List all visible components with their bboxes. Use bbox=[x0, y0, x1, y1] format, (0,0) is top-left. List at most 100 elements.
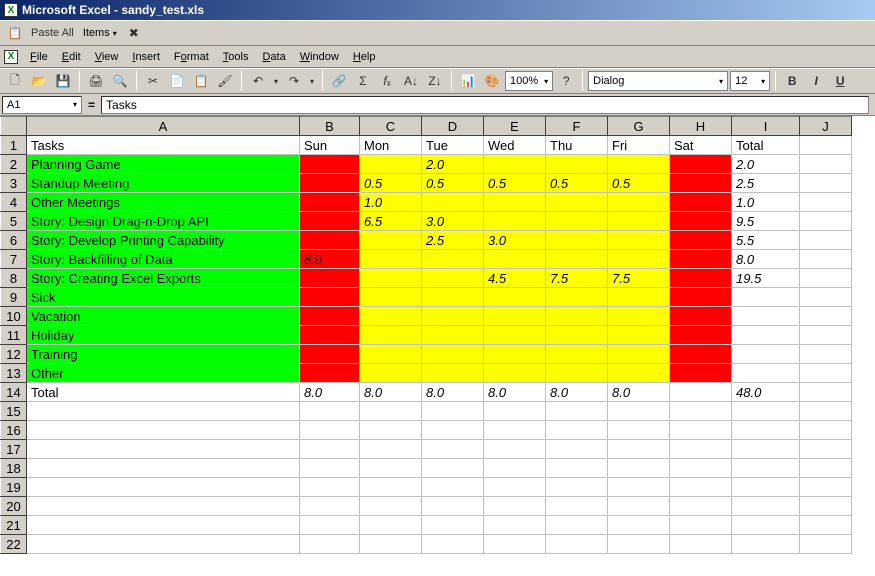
cell[interactable] bbox=[422, 535, 484, 554]
cell[interactable] bbox=[546, 288, 608, 307]
cell[interactable] bbox=[300, 269, 360, 288]
cell[interactable] bbox=[800, 288, 852, 307]
cell[interactable] bbox=[608, 364, 670, 383]
cell[interactable] bbox=[300, 345, 360, 364]
cell[interactable]: Thu bbox=[546, 136, 608, 155]
cell[interactable]: 0.5 bbox=[546, 174, 608, 193]
row-header[interactable]: 6 bbox=[1, 231, 27, 250]
cell[interactable] bbox=[422, 459, 484, 478]
drawing-icon[interactable]: 🎨 bbox=[481, 70, 503, 92]
cell[interactable] bbox=[670, 402, 732, 421]
cell[interactable] bbox=[27, 478, 300, 497]
cell[interactable] bbox=[546, 231, 608, 250]
cell[interactable] bbox=[422, 516, 484, 535]
cell[interactable] bbox=[800, 345, 852, 364]
cell[interactable] bbox=[360, 459, 422, 478]
cell[interactable]: Fri bbox=[608, 136, 670, 155]
cell[interactable] bbox=[300, 478, 360, 497]
col-header-C[interactable]: C bbox=[360, 117, 422, 136]
sort-asc-icon[interactable]: A↓ bbox=[400, 70, 422, 92]
cell[interactable] bbox=[608, 440, 670, 459]
cell[interactable] bbox=[732, 440, 800, 459]
cell[interactable] bbox=[608, 459, 670, 478]
cell[interactable] bbox=[300, 193, 360, 212]
row-header[interactable]: 7 bbox=[1, 250, 27, 269]
cell[interactable] bbox=[546, 440, 608, 459]
cell[interactable] bbox=[360, 326, 422, 345]
cell[interactable]: Planning Game bbox=[27, 155, 300, 174]
row-header[interactable]: 5 bbox=[1, 212, 27, 231]
cell[interactable] bbox=[608, 345, 670, 364]
cell[interactable] bbox=[484, 193, 546, 212]
cell[interactable]: 19.5 bbox=[732, 269, 800, 288]
cell[interactable] bbox=[800, 231, 852, 250]
select-all-corner[interactable] bbox=[1, 117, 27, 136]
bold-icon[interactable]: B bbox=[781, 70, 803, 92]
cell[interactable]: 8.0 bbox=[360, 383, 422, 402]
cell[interactable] bbox=[422, 345, 484, 364]
cell[interactable]: 8.0 bbox=[484, 383, 546, 402]
cell[interactable]: 3.0 bbox=[484, 231, 546, 250]
cell[interactable] bbox=[300, 288, 360, 307]
cell[interactable] bbox=[27, 497, 300, 516]
cell[interactable]: 0.5 bbox=[484, 174, 546, 193]
cell[interactable] bbox=[800, 364, 852, 383]
row-header[interactable]: 1 bbox=[1, 136, 27, 155]
print-icon[interactable]: 🖨 bbox=[85, 70, 107, 92]
cell[interactable]: 6.5 bbox=[360, 212, 422, 231]
cell[interactable] bbox=[800, 497, 852, 516]
cell[interactable] bbox=[360, 478, 422, 497]
cell[interactable] bbox=[670, 345, 732, 364]
cell[interactable] bbox=[422, 269, 484, 288]
redo-dropdown-icon[interactable]: ▾ bbox=[307, 70, 317, 92]
cell[interactable]: Wed bbox=[484, 136, 546, 155]
cell[interactable] bbox=[800, 212, 852, 231]
cell[interactable]: 0.5 bbox=[422, 174, 484, 193]
cell[interactable]: 48.0 bbox=[732, 383, 800, 402]
cell[interactable] bbox=[608, 402, 670, 421]
menu-file[interactable]: File bbox=[24, 49, 54, 65]
font-size-combo[interactable]: 12▾ bbox=[730, 71, 770, 91]
cell[interactable] bbox=[608, 478, 670, 497]
cell[interactable] bbox=[546, 155, 608, 174]
cell[interactable] bbox=[27, 459, 300, 478]
cell[interactable] bbox=[422, 288, 484, 307]
cell[interactable]: 2.0 bbox=[422, 155, 484, 174]
cell[interactable] bbox=[670, 364, 732, 383]
row-header[interactable]: 17 bbox=[1, 440, 27, 459]
row-header[interactable]: 18 bbox=[1, 459, 27, 478]
cell[interactable] bbox=[360, 269, 422, 288]
cell[interactable]: Story: Creating Excel Exports bbox=[27, 269, 300, 288]
cell[interactable] bbox=[360, 345, 422, 364]
cell[interactable] bbox=[360, 421, 422, 440]
cell[interactable] bbox=[608, 231, 670, 250]
cell[interactable] bbox=[670, 516, 732, 535]
cell[interactable] bbox=[484, 155, 546, 174]
cell[interactable] bbox=[670, 383, 732, 402]
clipboard-close-icon[interactable]: ✖ bbox=[123, 22, 145, 44]
cell[interactable]: 0.5 bbox=[608, 174, 670, 193]
cell[interactable] bbox=[670, 459, 732, 478]
cell[interactable]: Tasks bbox=[27, 136, 300, 155]
menu-data[interactable]: Data bbox=[256, 49, 291, 65]
cell[interactable] bbox=[670, 155, 732, 174]
cell[interactable] bbox=[800, 459, 852, 478]
cell[interactable] bbox=[422, 193, 484, 212]
cell[interactable]: Story: Design Drag-n-Drop API bbox=[27, 212, 300, 231]
cell[interactable] bbox=[484, 459, 546, 478]
cell[interactable]: Sat bbox=[670, 136, 732, 155]
cell[interactable] bbox=[732, 307, 800, 326]
cell[interactable] bbox=[27, 421, 300, 440]
cell[interactable] bbox=[670, 326, 732, 345]
name-box[interactable]: A1 ▾ bbox=[2, 96, 82, 114]
cell[interactable] bbox=[484, 364, 546, 383]
cell[interactable] bbox=[670, 231, 732, 250]
cell[interactable] bbox=[800, 516, 852, 535]
cell[interactable] bbox=[732, 288, 800, 307]
cell[interactable] bbox=[732, 364, 800, 383]
row-header[interactable]: 14 bbox=[1, 383, 27, 402]
cell[interactable] bbox=[27, 440, 300, 459]
paste-toolbar-icon[interactable]: 📋 bbox=[190, 70, 212, 92]
cell[interactable] bbox=[608, 250, 670, 269]
col-header-J[interactable]: J bbox=[800, 117, 852, 136]
